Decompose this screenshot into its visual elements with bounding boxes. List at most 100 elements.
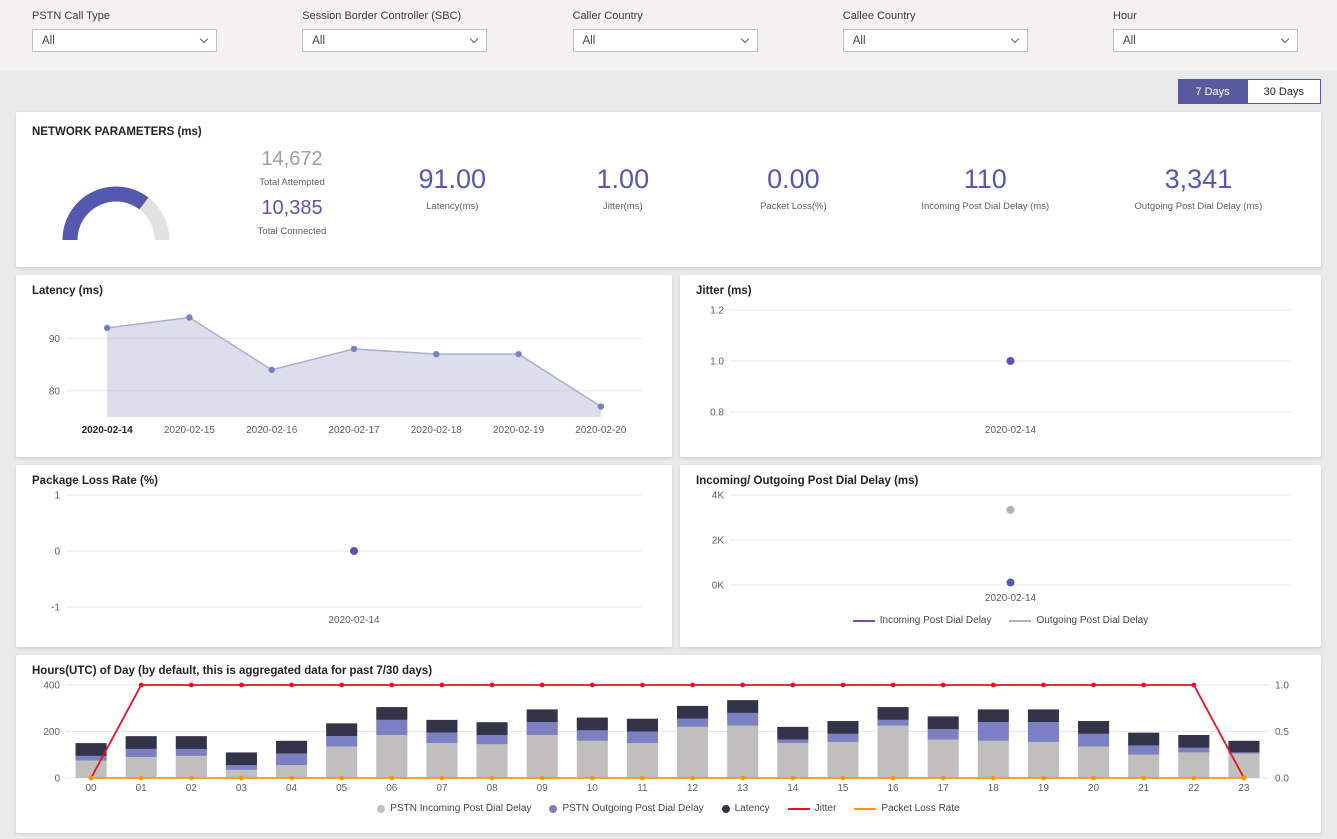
svg-text:04: 04 (286, 783, 298, 794)
charts-row-2: Package Loss Rate (%) -1012020-02-14 Inc… (16, 465, 1321, 647)
filter-bar: PSTN Call Type All Session Border Contro… (0, 0, 1337, 70)
filter-callee-country: Callee Country All (843, 10, 1028, 70)
kpi-outgoing-pdd: 3,341 Outgoing Post Dial Delay (ms) (1092, 138, 1305, 212)
svg-text:12: 12 (687, 783, 699, 794)
svg-text:0.0: 0.0 (1275, 774, 1289, 785)
filter-sbc: Session Border Controller (SBC) All (302, 10, 487, 70)
jitter-card: Jitter (ms) 0.81.01.22020-02-14 (680, 275, 1321, 457)
svg-text:08: 08 (487, 783, 499, 794)
svg-text:2020-02-18: 2020-02-18 (411, 425, 463, 436)
legend-item[interactable]: Outgoing Post Dial Delay (1009, 615, 1148, 626)
legend-line-marker (788, 808, 810, 810)
range-30-days-button[interactable]: 30 Days (1247, 79, 1321, 104)
total-attempted-label: Total Attempted (217, 177, 367, 188)
chevron-down-icon (1011, 35, 1019, 43)
filter-caller-country: Caller Country All (573, 10, 758, 70)
svg-text:0.8: 0.8 (710, 407, 724, 418)
filter-label: Callee Country (843, 10, 1028, 22)
range-toggle: 7 Days 30 Days (0, 70, 1337, 104)
svg-text:18: 18 (988, 783, 1000, 794)
svg-text:400: 400 (43, 681, 60, 692)
svg-text:09: 09 (537, 783, 549, 794)
filter-hour: Hour All (1113, 10, 1298, 70)
total-connected-value: 10,385 (217, 197, 367, 220)
svg-text:02: 02 (186, 783, 198, 794)
svg-text:0: 0 (54, 547, 60, 558)
legend-label: Jitter (815, 803, 837, 814)
hours-stacked-bar-chart: 02004000.00.51.0000102030405060708091011… (32, 677, 1305, 795)
kpi-incoming-pdd: 110 Incoming Post Dial Delay (ms) (879, 138, 1092, 212)
legend-item[interactable]: Latency (722, 803, 770, 814)
pstn-call-type-dropdown[interactable]: All (32, 29, 217, 52)
hours-chart-legend: PSTN Incoming Post Dial Delay PSTN Outgoi… (32, 803, 1305, 814)
svg-text:0: 0 (54, 774, 60, 785)
sbc-dropdown[interactable]: All (302, 29, 487, 52)
callee-country-dropdown[interactable]: All (843, 29, 1028, 52)
legend-item[interactable]: Jitter (788, 803, 837, 814)
card-title: NETWORK PARAMETERS (ms) (32, 126, 1305, 138)
svg-text:22: 22 (1188, 783, 1200, 794)
packet-loss-card: Package Loss Rate (%) -1012020-02-14 (16, 465, 672, 647)
svg-text:20: 20 (1088, 783, 1100, 794)
outgoing-pdd-label: Outgoing Post Dial Delay (ms) (1092, 201, 1305, 212)
dropdown-value: All (1123, 35, 1136, 47)
svg-text:0K: 0K (712, 581, 725, 592)
packet-loss-value: 0.00 (708, 164, 879, 195)
legend-dot-marker (377, 805, 385, 813)
svg-text:80: 80 (49, 386, 61, 397)
svg-text:15: 15 (837, 783, 849, 794)
packet-loss-label: Packet Loss(%) (708, 201, 879, 212)
range-7-days-button[interactable]: 7 Days (1178, 79, 1246, 104)
svg-text:2020-02-20: 2020-02-20 (575, 425, 627, 436)
filter-label: Hour (1113, 10, 1298, 22)
legend-label: PSTN Outgoing Post Dial Delay (562, 803, 703, 814)
dashboard-body: NETWORK PARAMETERS (ms) 14,672 Total Att… (0, 104, 1337, 833)
svg-text:2020-02-14: 2020-02-14 (328, 615, 380, 626)
card-title: Hours(UTC) of Day (by default, this is a… (32, 665, 1305, 677)
svg-text:2020-02-16: 2020-02-16 (246, 425, 298, 436)
legend-dot-marker (722, 805, 730, 813)
svg-text:2020-02-14: 2020-02-14 (82, 425, 134, 436)
filter-label: Session Border Controller (SBC) (302, 10, 487, 22)
network-parameters-card: NETWORK PARAMETERS (ms) 14,672 Total Att… (16, 112, 1321, 267)
svg-text:17: 17 (938, 783, 950, 794)
hour-dropdown[interactable]: All (1113, 29, 1298, 52)
latency-card: Latency (ms) 80902020-02-142020-02-15202… (16, 275, 672, 457)
svg-text:10: 10 (587, 783, 599, 794)
charts-row-1: Latency (ms) 80902020-02-142020-02-15202… (16, 275, 1321, 457)
svg-text:-1: -1 (51, 603, 60, 614)
caller-country-dropdown[interactable]: All (573, 29, 758, 52)
svg-text:05: 05 (336, 783, 348, 794)
jitter-scatter-chart: 0.81.01.22020-02-14 (696, 297, 1305, 439)
legend-item[interactable]: Incoming Post Dial Delay (853, 615, 992, 626)
legend-item[interactable]: Packet Loss Rate (854, 803, 959, 814)
dropdown-value: All (312, 35, 325, 47)
packet-loss-scatter-chart: -1012020-02-14 (32, 487, 656, 629)
legend-label: PSTN Incoming Post Dial Delay (390, 803, 531, 814)
svg-text:03: 03 (236, 783, 248, 794)
svg-text:13: 13 (737, 783, 749, 794)
incoming-pdd-value: 110 (879, 164, 1092, 195)
legend-item[interactable]: PSTN Outgoing Post Dial Delay (549, 803, 703, 814)
hours-of-day-card: Hours(UTC) of Day (by default, this is a… (16, 655, 1321, 833)
total-attempted-value: 14,672 (217, 148, 367, 171)
chevron-down-icon (470, 35, 478, 43)
svg-text:1.0: 1.0 (1275, 681, 1289, 692)
svg-text:21: 21 (1138, 783, 1150, 794)
legend-item[interactable]: PSTN Incoming Post Dial Delay (377, 803, 531, 814)
jitter-value: 1.00 (538, 164, 709, 195)
post-dial-delay-legend: Incoming Post Dial Delay Outgoing Post Di… (696, 615, 1305, 626)
connection-gauge-chart (54, 152, 184, 248)
svg-text:14: 14 (787, 783, 799, 794)
chevron-down-icon (200, 35, 208, 43)
svg-text:07: 07 (436, 783, 448, 794)
legend-dot-marker (549, 805, 557, 813)
legend-label: Latency (735, 803, 770, 814)
filter-pstn-call-type: PSTN Call Type All (32, 10, 217, 70)
svg-text:4K: 4K (712, 491, 725, 502)
svg-text:2020-02-19: 2020-02-19 (493, 425, 545, 436)
svg-text:1.2: 1.2 (710, 306, 724, 317)
chevron-down-icon (740, 35, 748, 43)
svg-text:2020-02-15: 2020-02-15 (164, 425, 216, 436)
dropdown-value: All (42, 35, 55, 47)
